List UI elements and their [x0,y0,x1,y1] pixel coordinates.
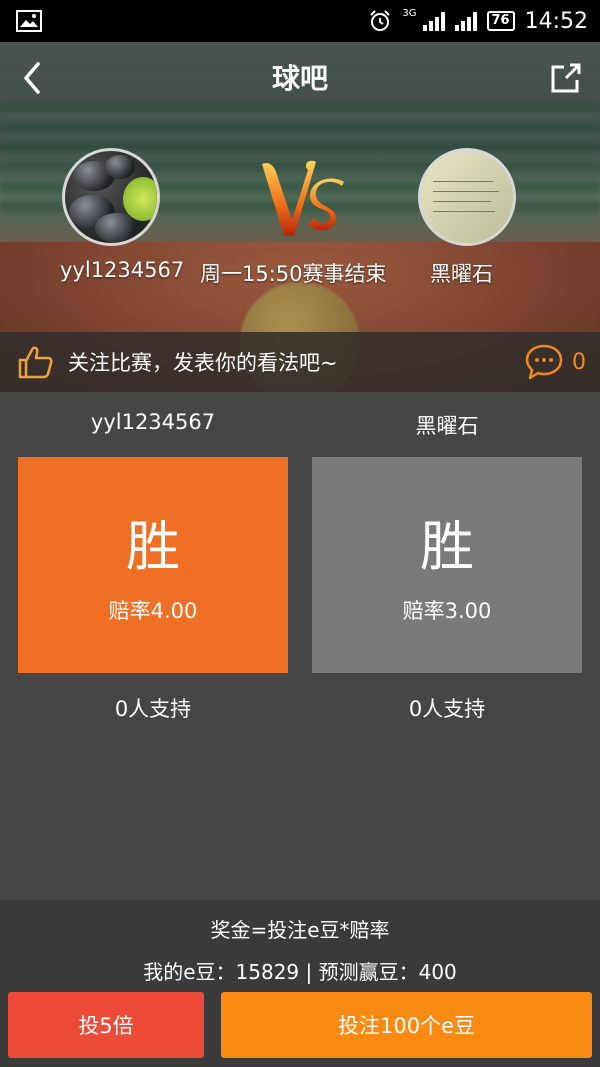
signal-icon [422,11,445,31]
status-icons: 3G 76 14:52 [368,7,588,34]
comment-count: 0 [572,349,586,375]
chat-bubble-icon [525,344,563,380]
back-button[interactable] [14,58,54,98]
vs-icon [262,160,344,236]
bet-left-support-count: 0人支持 [114,697,192,721]
alarm-icon [370,10,391,31]
top-nav-bar: 球吧 [0,42,600,112]
prize-formula: 奖金=投注e豆*赔率 [210,918,390,942]
page-title: 球吧 [271,62,328,95]
network-type-label: 3G [402,7,417,19]
status-bar: 3G 76 14:52 [0,0,600,42]
player-right-name: 黑曜石 [430,262,493,286]
bet-option-left[interactable]: 胜 赔率4.00 [18,457,288,673]
bet-footer: 奖金=投注e豆*赔率 我的e豆：15829 | 预测赢豆：400 投5倍 投注1… [0,900,600,1067]
player-left-avatar[interactable] [62,148,160,246]
bet-odds: 赔率3.00 [402,599,492,623]
battery-icon: 76 [486,11,515,31]
image-notification-icon [16,10,42,32]
bet-outcome-label: 胜 [420,515,474,578]
bet-option-right[interactable]: 胜 赔率3.00 [312,457,582,673]
bet-right-support-count: 0人支持 [408,697,486,721]
balance-info: 我的e豆：15829 | 预测赢豆：400 [143,960,457,984]
signal-icon-secondary [454,11,477,31]
bet-left-player: yyl1234567 [90,410,216,434]
share-button[interactable] [546,58,586,98]
match-info-line: yyl1234567 周一15:50赛事结束 黑曜石 [0,254,600,290]
comment-count-button[interactable]: 0 [524,342,586,382]
place-bet-button[interactable]: 投注100个e豆 [221,992,592,1058]
bet-right-player: 黑曜石 [415,414,479,438]
match-hero: 球吧 yyl1234567 周一15:50赛事结束 黑曜石 关注比赛，发表你的看… [0,42,600,392]
comment-prompt: 关注比赛，发表你的看法吧~ [68,351,338,375]
player-right-avatar[interactable] [418,148,516,246]
thumbs-up-icon[interactable] [16,343,54,381]
bet-outcome-label: 胜 [126,515,180,578]
comment-bar[interactable]: 关注比赛，发表你的看法吧~ 0 [0,332,600,392]
bet-odds: 赔率4.00 [108,599,198,623]
clock: 14:52 [524,8,588,34]
bet-5x-button[interactable]: 投5倍 [8,992,204,1058]
player-left-name: yyl1234567 [60,258,185,282]
match-status: 周一15:50赛事结束 [200,262,387,286]
